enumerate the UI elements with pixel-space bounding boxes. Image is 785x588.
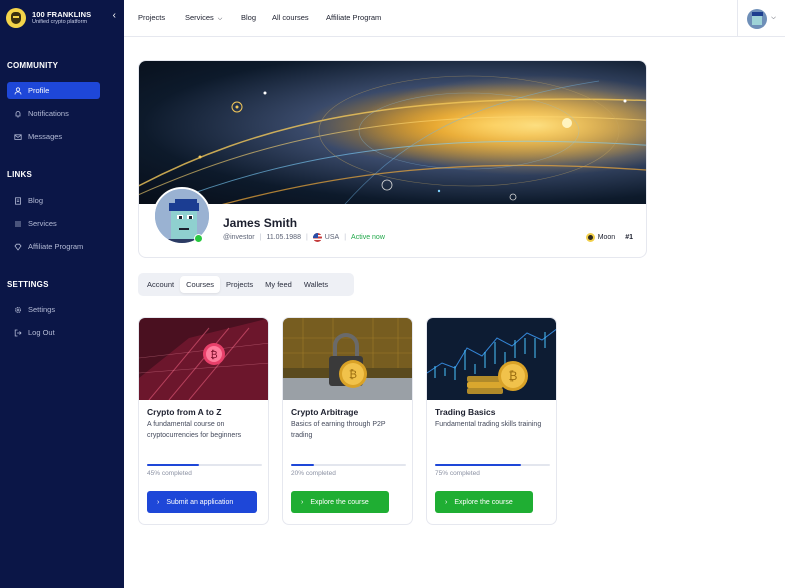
progress-text: 45% completed xyxy=(147,470,192,477)
chevron-right-icon: › xyxy=(157,498,160,506)
user-icon xyxy=(13,86,23,95)
tab-account[interactable]: Account xyxy=(141,276,180,293)
moon-level-icon xyxy=(585,233,595,242)
brand-name: 100 FRANKLINS xyxy=(32,9,92,19)
franklin-logo-icon xyxy=(6,8,26,28)
progress-bar xyxy=(291,464,406,466)
sidebar-item-notifications[interactable]: Notifications xyxy=(7,105,100,122)
sidebar-item-affiliate-program[interactable]: Affiliate Program xyxy=(7,238,100,255)
rank-badge: #1 xyxy=(625,234,633,241)
nav-link-projects[interactable]: Projects xyxy=(138,13,165,22)
button-label: Explore the course xyxy=(310,498,369,506)
nav-link-affiliate-program[interactable]: Affiliate Program xyxy=(326,13,381,22)
tab-projects[interactable]: Projects xyxy=(220,276,259,293)
nav-link-services[interactable]: Services ⌵ xyxy=(185,13,222,23)
brand-tagline: Unified crypto platform xyxy=(32,19,88,25)
sidebar: 100 FRANKLINS Unified crypto platform ‹ … xyxy=(0,0,124,588)
sidebar-item-blog[interactable]: Blog xyxy=(7,192,100,209)
chevron-down-icon: ⌵ xyxy=(771,15,776,21)
avatar xyxy=(747,8,768,29)
chevron-right-icon: › xyxy=(301,498,304,506)
submit-application-button[interactable]: › Submit an application xyxy=(147,491,257,513)
sidebar-item-label: Settings xyxy=(28,305,56,314)
explore-course-button[interactable]: › Explore the course xyxy=(291,491,389,513)
button-label: Submit an application xyxy=(166,498,234,506)
course-description: Fundamental trading skills training xyxy=(435,421,542,428)
sidebar-item-label: Affiliate Program xyxy=(28,242,84,251)
chevron-left-icon[interactable]: ‹ xyxy=(113,11,116,21)
progress-fill xyxy=(435,464,522,466)
profile-birthdate: 11.05.1988 xyxy=(266,234,301,241)
sidebar-item-services[interactable]: Services xyxy=(7,215,100,232)
sidebar-item-label: Profile xyxy=(28,86,50,95)
top-navigation: Projects Services ⌵ Blog All courses Affi… xyxy=(124,0,785,37)
progress-fill xyxy=(291,464,314,466)
progress-bar xyxy=(147,464,262,466)
profile-level: Moon #1 xyxy=(585,233,633,242)
section-title-community: COMMUNITY xyxy=(7,61,59,70)
profile-meta: @investor | 11.05.1988 | USA | Active no… xyxy=(223,233,385,242)
sidebar-item-label: Notifications xyxy=(28,109,69,118)
course-title: Crypto from A to Z xyxy=(147,407,222,417)
document-icon xyxy=(13,196,23,205)
profile-name: James Smith xyxy=(223,216,298,230)
profile-country: USA xyxy=(324,234,340,241)
button-label: Explore the course xyxy=(454,498,513,506)
profile-card: James Smith @investor | 11.05.1988 | USA… xyxy=(138,60,647,258)
svg-text:₿: ₿ xyxy=(349,368,357,381)
sidebar-item-label: Services xyxy=(28,219,57,228)
section-title-links: LINKS xyxy=(7,170,32,179)
mail-icon xyxy=(13,133,23,141)
course-title: Trading Basics xyxy=(435,407,496,417)
sidebar-item-messages[interactable]: Messages xyxy=(7,128,100,145)
chevron-right-icon: › xyxy=(445,498,448,506)
gear-icon xyxy=(13,306,23,314)
chevron-down-icon: ⌵ xyxy=(217,16,223,22)
sidebar-item-settings[interactable]: Settings xyxy=(7,301,100,318)
svg-text:₿: ₿ xyxy=(509,369,518,383)
user-menu[interactable]: ⌵ xyxy=(737,0,785,37)
svg-text:₿: ₿ xyxy=(210,349,217,361)
sidebar-item-label: Messages xyxy=(28,132,63,141)
diamond-icon xyxy=(13,243,23,251)
course-image: ₿ xyxy=(427,318,556,400)
nav-link-blog[interactable]: Blog xyxy=(241,13,256,22)
nav-link-label: Services xyxy=(185,13,214,22)
brand[interactable]: 100 FRANKLINS Unified crypto platform ‹ xyxy=(0,0,124,36)
online-indicator xyxy=(194,234,203,243)
tab-courses[interactable]: Courses xyxy=(180,276,221,293)
course-card: ₿ Trading Basics Fundamental trading ski… xyxy=(426,317,557,525)
progress-text: 75% completed xyxy=(435,470,480,477)
status-badge: Active now xyxy=(351,234,385,241)
section-title-settings: SETTINGS xyxy=(7,280,49,289)
nav-link-all-courses[interactable]: All courses xyxy=(272,13,309,22)
course-card: ₿ Crypto from A to Z A fundamental cours… xyxy=(138,317,269,525)
sidebar-item-profile[interactable]: Profile xyxy=(7,82,100,99)
progress-bar xyxy=(435,464,550,466)
sidebar-item-label: Log Out xyxy=(28,328,55,337)
profile-tabs: Account Courses Projects My feed Wallets xyxy=(138,273,354,296)
sidebar-item-label: Blog xyxy=(28,196,44,205)
profile-handle: @investor xyxy=(223,234,255,241)
course-image: ₿ xyxy=(283,318,412,400)
course-card: ₿ Crypto Arbitrage Basics of earning thr… xyxy=(282,317,413,525)
progress-text: 20% completed xyxy=(291,470,336,477)
course-description: A fundamental course on cryptocurrencies… xyxy=(147,421,242,439)
tab-my-feed[interactable]: My feed xyxy=(259,276,298,293)
course-title: Crypto Arbitrage xyxy=(291,407,359,417)
progress-fill xyxy=(147,464,199,466)
course-image: ₿ xyxy=(139,318,268,400)
bell-icon xyxy=(13,110,23,118)
us-flag-icon xyxy=(312,233,322,242)
level-label: Moon xyxy=(597,234,616,241)
list-icon xyxy=(13,220,23,228)
sidebar-item-log-out[interactable]: Log Out xyxy=(7,324,100,341)
course-description: Basics of earning through P2P trading xyxy=(291,421,386,439)
logout-icon xyxy=(13,329,23,337)
profile-banner-image xyxy=(139,61,646,204)
tab-wallets[interactable]: Wallets xyxy=(298,276,334,293)
explore-course-button[interactable]: › Explore the course xyxy=(435,491,533,513)
